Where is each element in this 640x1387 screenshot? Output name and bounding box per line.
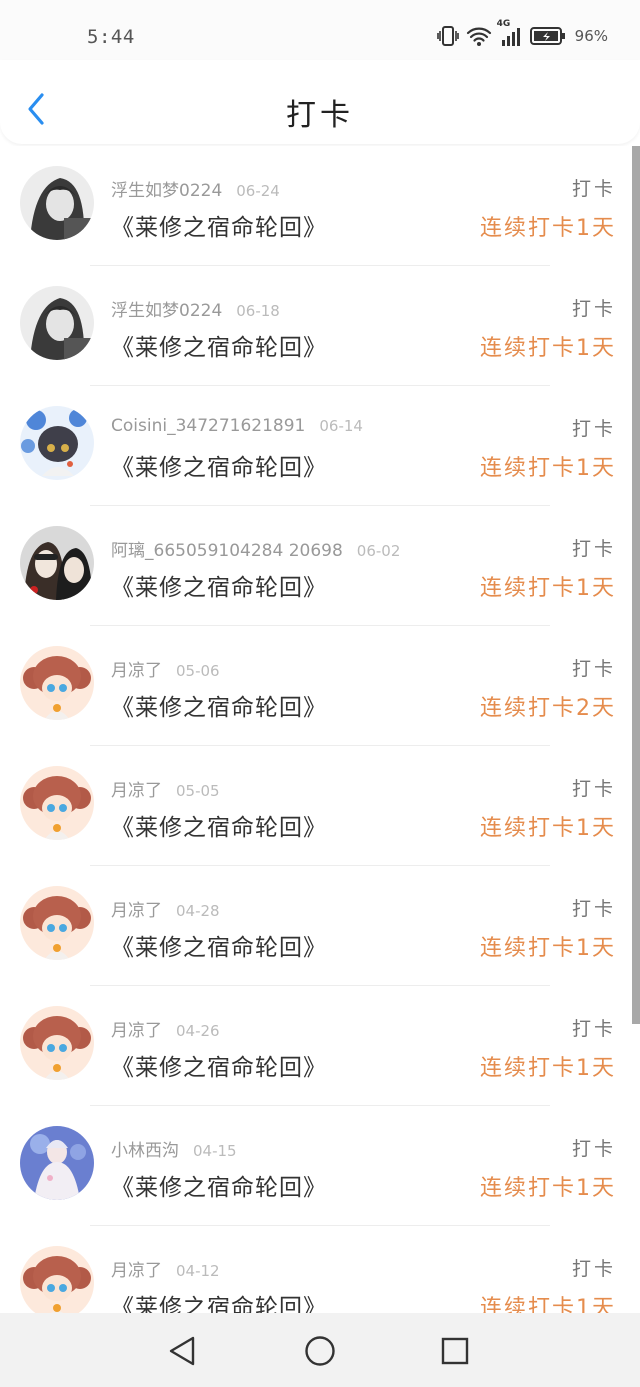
book-title[interactable]: 《莱修之宿命轮回》: [111, 208, 327, 242]
status-time: 5:44: [87, 26, 135, 48]
streak-text: 连续打卡1天: [480, 1176, 616, 1201]
checkin-date: 06-14: [319, 417, 363, 435]
user-name[interactable]: 阿璃_665059104284 20698: [111, 536, 343, 561]
checkin-date: 04-12: [176, 1262, 220, 1280]
signal-icon: 4G: [497, 19, 523, 47]
user-name[interactable]: 月凉了: [111, 776, 162, 801]
status-icons: 4G 96%: [436, 19, 608, 50]
checkin-date: 06-24: [236, 182, 280, 200]
checkin-label: 打卡: [571, 778, 616, 800]
white-dress-girl-avatar-icon: [20, 1126, 94, 1200]
user-name[interactable]: 月凉了: [111, 1016, 162, 1041]
avatar[interactable]: [20, 406, 94, 480]
avatar[interactable]: [20, 1126, 94, 1200]
list-item[interactable]: 浮生如梦0224 06-24 《莱修之宿命轮回》 打卡 连续打卡1天: [0, 146, 640, 266]
checkin-label: 打卡: [571, 298, 616, 320]
scrollbar[interactable]: [632, 146, 640, 1024]
checkin-date: 05-05: [176, 782, 220, 800]
user-name[interactable]: 浮生如梦0224: [111, 176, 222, 201]
red-hair-girl-avatar-icon: [20, 1006, 94, 1080]
user-name[interactable]: 浮生如梦0224: [111, 296, 222, 321]
checkin-label: 打卡: [571, 658, 616, 680]
couple-avatar-icon: [20, 526, 94, 600]
checkin-date: 04-26: [176, 1022, 220, 1040]
checkin-list[interactable]: 浮生如梦0224 06-24 《莱修之宿命轮回》 打卡 连续打卡1天 浮生如梦0…: [0, 146, 640, 1313]
book-title[interactable]: 《莱修之宿命轮回》: [111, 448, 327, 482]
circle-home-icon: [305, 1336, 335, 1366]
book-title[interactable]: 《莱修之宿命轮回》: [111, 1288, 327, 1313]
checkin-date: 06-02: [356, 542, 401, 560]
streak-text: 连续打卡1天: [480, 576, 616, 601]
list-item[interactable]: 月凉了 04-26 《莱修之宿命轮回》 打卡 连续打卡1天: [0, 986, 640, 1106]
avatar[interactable]: [20, 1246, 94, 1313]
network-type: 4G: [496, 19, 511, 29]
triangle-back-icon: [169, 1336, 195, 1366]
red-hair-girl-avatar-icon: [20, 1246, 94, 1313]
nav-home-button[interactable]: [302, 1333, 338, 1369]
book-title[interactable]: 《莱修之宿命轮回》: [111, 1168, 327, 1202]
avatar[interactable]: [20, 766, 94, 840]
battery-icon: [529, 26, 566, 46]
streak-text: 连续打卡1天: [480, 936, 616, 961]
book-title[interactable]: 《莱修之宿命轮回》: [111, 328, 327, 362]
nav-recent-button[interactable]: [437, 1333, 473, 1369]
avatar[interactable]: [20, 526, 94, 600]
square-recent-icon: [441, 1337, 469, 1365]
list-item[interactable]: 月凉了 05-05 《莱修之宿命轮回》 打卡 连续打卡1天: [0, 746, 640, 866]
user-name[interactable]: 小林西沟: [111, 1136, 179, 1161]
checkin-label: 打卡: [571, 538, 616, 560]
checkin-label: 打卡: [571, 898, 616, 920]
list-item[interactable]: 月凉了 04-28 《莱修之宿命轮回》 打卡 连续打卡1天: [0, 866, 640, 986]
streak-text: 连续打卡1天: [480, 816, 616, 841]
checkin-date: 04-15: [193, 1142, 237, 1160]
checkin-label: 打卡: [571, 1018, 616, 1040]
avatar[interactable]: [20, 886, 94, 960]
book-title[interactable]: 《莱修之宿命轮回》: [111, 928, 327, 962]
list-item[interactable]: 月凉了 05-06 《莱修之宿命轮回》 打卡 连续打卡2天: [0, 626, 640, 746]
checkin-label: 打卡: [571, 1138, 616, 1160]
book-title[interactable]: 《莱修之宿命轮回》: [111, 808, 327, 842]
user-name[interactable]: Coisini_347271621891: [111, 416, 305, 436]
list-item[interactable]: 月凉了 04-12 《莱修之宿命轮回》 打卡 连续打卡1天: [0, 1226, 640, 1313]
streak-text: 连续打卡1天: [480, 456, 616, 481]
grey-girl-avatar-icon: [20, 166, 94, 240]
checkin-label: 打卡: [571, 178, 616, 200]
list-item[interactable]: 小林西沟 04-15 《莱修之宿命轮回》 打卡 连续打卡1天: [0, 1106, 640, 1226]
user-name[interactable]: 月凉了: [111, 896, 162, 921]
list-item[interactable]: 浮生如梦0224 06-18 《莱修之宿命轮回》 打卡 连续打卡1天: [0, 266, 640, 386]
vibrate-icon: [436, 25, 459, 47]
streak-text: 连续打卡1天: [480, 1056, 616, 1081]
list-item[interactable]: Coisini_347271621891 06-14 《莱修之宿命轮回》 打卡 …: [0, 386, 640, 506]
book-title[interactable]: 《莱修之宿命轮回》: [111, 688, 327, 722]
system-nav-bar: [0, 1313, 640, 1387]
list-item[interactable]: 阿璃_665059104284 20698 06-02 《莱修之宿命轮回》 打卡…: [0, 506, 640, 626]
wifi-icon: [466, 25, 492, 47]
checkin-date: 05-06: [176, 662, 220, 680]
avatar[interactable]: [20, 286, 94, 360]
streak-text: 连续打卡1天: [480, 336, 616, 361]
book-title[interactable]: 《莱修之宿命轮回》: [111, 1048, 327, 1082]
nav-back-button[interactable]: [165, 1333, 201, 1369]
checkin-label: 打卡: [571, 1258, 616, 1280]
streak-text: 连续打卡2天: [480, 696, 616, 721]
grey-girl-avatar-icon: [20, 286, 94, 360]
streak-text: 连续打卡1天: [480, 216, 616, 241]
avatar[interactable]: [20, 1006, 94, 1080]
avatar[interactable]: [20, 166, 94, 240]
book-title[interactable]: 《莱修之宿命轮回》: [111, 568, 327, 602]
user-name[interactable]: 月凉了: [111, 656, 162, 681]
red-hair-girl-avatar-icon: [20, 646, 94, 720]
battery-percent: 96%: [574, 27, 608, 45]
page-title: 打卡: [286, 98, 354, 133]
red-hair-girl-avatar-icon: [20, 766, 94, 840]
checkin-date: 04-28: [176, 902, 220, 920]
user-name[interactable]: 月凉了: [111, 1256, 162, 1281]
blue-cat-avatar-icon: [20, 406, 94, 480]
checkin-label: 打卡: [571, 418, 616, 440]
streak-text: 连续打卡1天: [480, 1296, 616, 1313]
checkin-date: 06-18: [236, 302, 280, 320]
red-hair-girl-avatar-icon: [20, 886, 94, 960]
header-bar: 打卡: [0, 60, 640, 144]
avatar[interactable]: [20, 646, 94, 720]
